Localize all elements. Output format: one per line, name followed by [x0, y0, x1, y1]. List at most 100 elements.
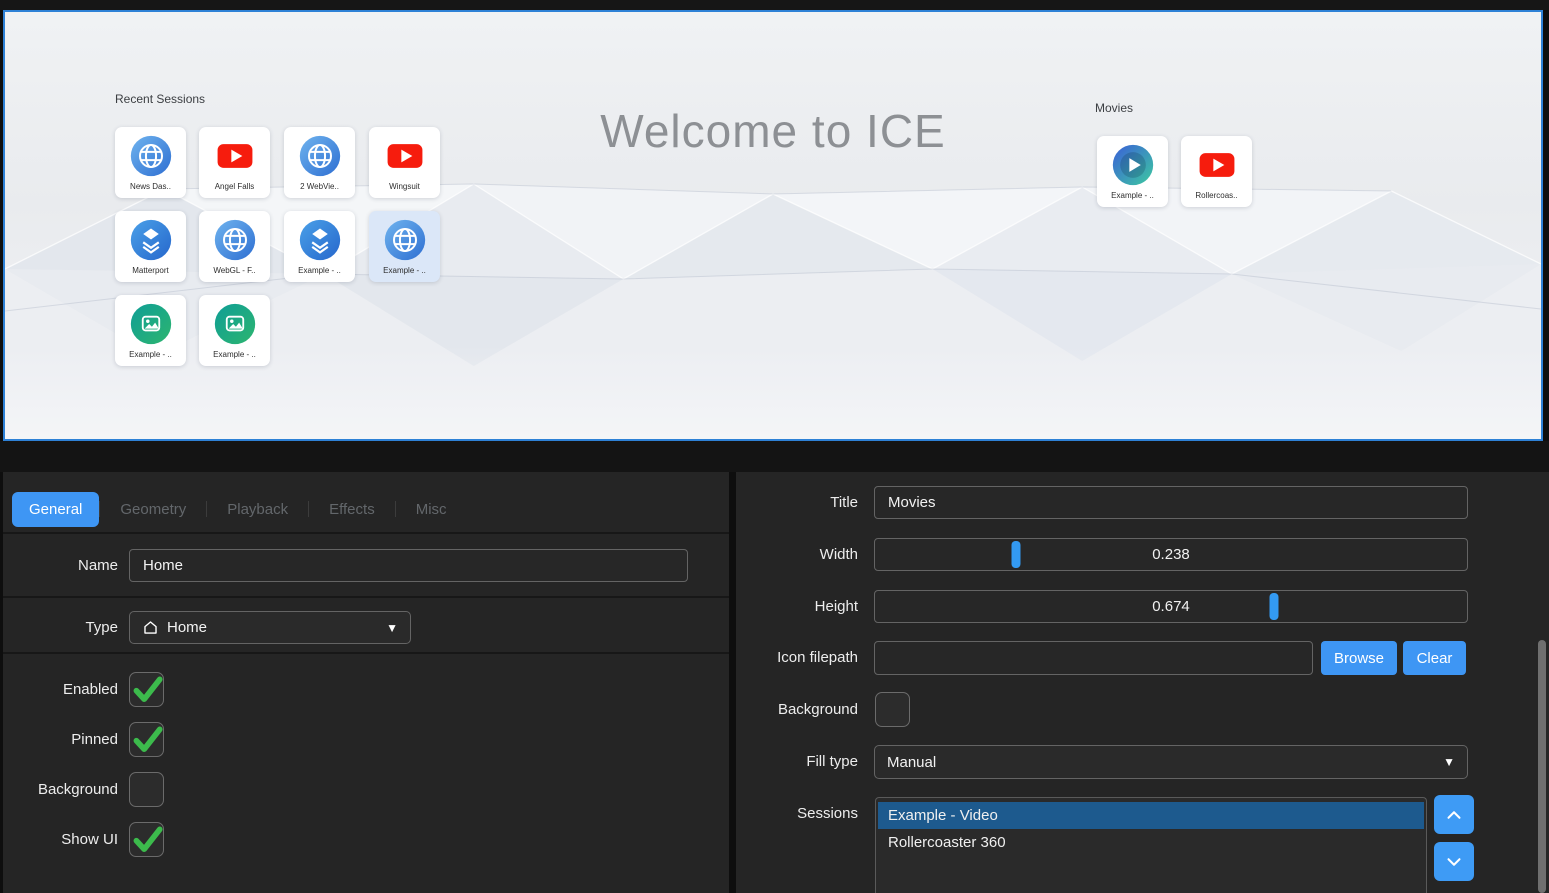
sessions-list: Example - Video Rollercoaster 360 — [875, 797, 1427, 893]
fill-type-dropdown[interactable]: Manual ▼ — [874, 745, 1468, 779]
tab-effects[interactable]: Effects — [309, 492, 395, 527]
pinned-label: Pinned — [3, 722, 118, 757]
group-background-checkbox[interactable] — [875, 692, 910, 727]
background-label: Background — [736, 692, 858, 727]
session-tile-example-selected[interactable]: Example - .. — [369, 211, 440, 282]
movie-tile-example-video[interactable]: Example - .. — [1097, 136, 1168, 207]
name-input[interactable] — [129, 549, 688, 582]
width-slider[interactable]: 0.238 — [874, 538, 1468, 571]
clear-button[interactable]: Clear — [1403, 641, 1466, 675]
height-slider[interactable]: 0.674 — [874, 590, 1468, 623]
layers-icon — [298, 218, 342, 262]
tile-label: Example - .. — [383, 266, 426, 275]
youtube-icon — [213, 134, 257, 178]
session-tile-2-webviews[interactable]: 2 WebVie.. — [284, 127, 355, 198]
width-label: Width — [736, 538, 858, 572]
ice-editor-window: Recent Sessions Welcome to ICE Movies Ne… — [0, 0, 1549, 893]
divider — [3, 652, 729, 654]
window-top-bar — [0, 0, 1549, 10]
layers-icon — [129, 218, 173, 262]
tab-general[interactable]: General — [12, 492, 99, 527]
item-properties-panel: General Geometry Playback Effects Misc N… — [3, 472, 729, 893]
tile-label: Matterport — [132, 266, 168, 275]
type-dropdown[interactable]: Home ▼ — [129, 611, 411, 644]
divider — [3, 532, 729, 534]
name-label: Name — [3, 549, 118, 582]
width-value: 0.238 — [875, 539, 1467, 570]
icon-filepath-label: Icon filepath — [736, 641, 858, 675]
tab-misc[interactable]: Misc — [396, 492, 467, 527]
vertical-scrollbar-thumb[interactable] — [1538, 640, 1546, 893]
tile-label: Wingsuit — [389, 182, 420, 191]
height-value: 0.674 — [875, 591, 1467, 622]
background-checkbox[interactable] — [129, 772, 164, 807]
movie-tile-rollercoaster[interactable]: Rollercoas.. — [1181, 136, 1252, 207]
height-label: Height — [736, 590, 858, 624]
session-tile-webgl[interactable]: WebGL - F.. — [199, 211, 270, 282]
image-icon — [213, 302, 257, 346]
type-value: Home — [167, 619, 207, 636]
tile-label: Example - .. — [129, 350, 172, 359]
chevron-down-icon — [1443, 851, 1465, 873]
check-icon — [130, 673, 164, 707]
fill-type-value: Manual — [887, 754, 936, 771]
check-icon — [130, 723, 164, 757]
browse-button[interactable]: Browse — [1321, 641, 1397, 675]
tile-label: Example - .. — [213, 350, 256, 359]
title-input[interactable] — [874, 486, 1468, 519]
title-label: Title — [736, 486, 858, 520]
divider — [3, 596, 729, 598]
fill-type-label: Fill type — [736, 745, 858, 779]
session-list-item[interactable]: Example - Video — [878, 802, 1424, 829]
tile-label: Angel Falls — [215, 182, 255, 191]
tile-label: Rollercoas.. — [1195, 191, 1237, 200]
tile-label: 2 WebVie.. — [300, 182, 339, 191]
timeline-strip — [0, 441, 1549, 472]
show-ui-label: Show UI — [3, 822, 118, 857]
type-label: Type — [3, 611, 118, 644]
tile-label: Example - .. — [298, 266, 341, 275]
width-slider-handle[interactable] — [1011, 541, 1020, 568]
tab-geometry[interactable]: Geometry — [100, 492, 206, 527]
globe-icon — [129, 134, 173, 178]
session-tile-angel-falls[interactable]: Angel Falls — [199, 127, 270, 198]
tile-label: Example - .. — [1111, 191, 1154, 200]
youtube-icon — [383, 134, 427, 178]
move-up-button[interactable] — [1434, 795, 1474, 834]
session-tile-news-dashboard[interactable]: News Das.. — [115, 127, 186, 198]
globe-icon — [383, 218, 427, 262]
background-label: Background — [3, 772, 118, 807]
play-icon — [1111, 143, 1155, 187]
enabled-label: Enabled — [3, 672, 118, 707]
session-tile-example-layers[interactable]: Example - .. — [284, 211, 355, 282]
preview-viewport[interactable]: Recent Sessions Welcome to ICE Movies Ne… — [3, 10, 1543, 441]
icon-filepath-input[interactable] — [874, 641, 1313, 675]
tile-label: WebGL - F.. — [213, 266, 255, 275]
properties-tab-bar: General Geometry Playback Effects Misc — [12, 491, 467, 527]
chevron-down-icon: ▼ — [386, 621, 398, 635]
welcome-title: Welcome to ICE — [600, 104, 945, 158]
pinned-checkbox[interactable] — [129, 722, 164, 757]
image-icon — [129, 302, 173, 346]
enabled-checkbox[interactable] — [129, 672, 164, 707]
show-ui-checkbox[interactable] — [129, 822, 164, 857]
sessions-label: Sessions — [736, 797, 858, 831]
chevron-up-icon — [1443, 804, 1465, 826]
globe-icon — [298, 134, 342, 178]
globe-icon — [213, 218, 257, 262]
session-tile-matterport[interactable]: Matterport — [115, 211, 186, 282]
home-icon — [142, 619, 159, 636]
session-list-item[interactable]: Rollercoaster 360 — [878, 829, 1424, 856]
height-slider-handle[interactable] — [1270, 593, 1279, 620]
tile-label: News Das.. — [130, 182, 171, 191]
recent-sessions-label: Recent Sessions — [115, 92, 205, 106]
session-tile-example-image-2[interactable]: Example - .. — [199, 295, 270, 366]
session-tile-wingsuit[interactable]: Wingsuit — [369, 127, 440, 198]
check-icon — [130, 823, 164, 857]
youtube-icon — [1195, 143, 1239, 187]
session-tile-example-image-1[interactable]: Example - .. — [115, 295, 186, 366]
movies-group-label: Movies — [1095, 101, 1133, 115]
chevron-down-icon: ▼ — [1443, 755, 1455, 769]
tab-playback[interactable]: Playback — [207, 492, 308, 527]
move-down-button[interactable] — [1434, 842, 1474, 881]
